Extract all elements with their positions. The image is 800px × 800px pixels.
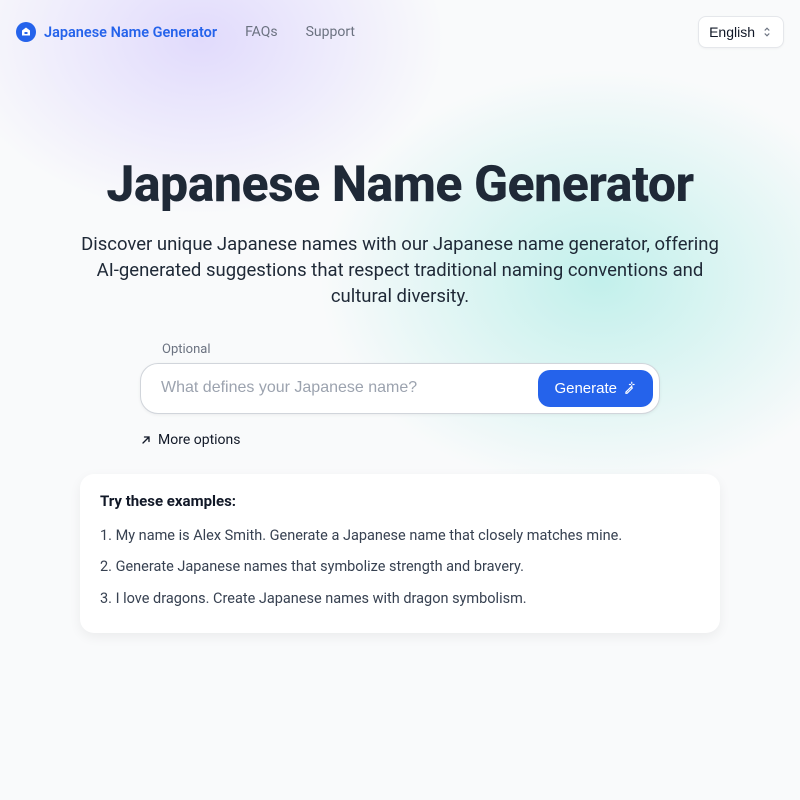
navbar: Japanese Name Generator FAQs Support Eng…: [0, 0, 800, 64]
example-item[interactable]: 2. Generate Japanese names that symboliz…: [100, 551, 700, 583]
prompt-input[interactable]: [161, 379, 526, 397]
page-title: Japanese Name Generator: [80, 156, 720, 214]
nav-links: FAQs Support: [245, 24, 355, 40]
brand-text: Japanese Name Generator: [44, 24, 217, 41]
wand-icon: [623, 381, 637, 395]
language-label: English: [709, 24, 755, 40]
example-item[interactable]: 3. I love dragons. Create Japanese names…: [100, 583, 700, 615]
generate-button-label: Generate: [554, 380, 617, 397]
examples-card: Try these examples: 1. My name is Alex S…: [80, 474, 720, 633]
example-item[interactable]: 1. My name is Alex Smith. Generate a Jap…: [100, 520, 700, 552]
main-content: Japanese Name Generator Discover unique …: [40, 156, 760, 633]
language-selector[interactable]: English: [698, 16, 784, 48]
page-subtitle: Discover unique Japanese names with our …: [80, 232, 720, 310]
nav-link-faqs[interactable]: FAQs: [245, 24, 278, 40]
brand-logo-icon: [16, 22, 36, 42]
examples-title: Try these examples:: [100, 492, 700, 510]
optional-label: Optional: [162, 342, 720, 357]
arrow-up-right-icon: [140, 434, 152, 446]
more-options-toggle[interactable]: More options: [140, 432, 241, 448]
nav-link-support[interactable]: Support: [306, 24, 355, 40]
prompt-input-container: Generate: [140, 363, 660, 414]
generate-button[interactable]: Generate: [538, 370, 653, 407]
brand-link[interactable]: Japanese Name Generator: [16, 22, 217, 42]
more-options-label: More options: [158, 432, 241, 448]
chevron-up-down-icon: [761, 26, 773, 38]
